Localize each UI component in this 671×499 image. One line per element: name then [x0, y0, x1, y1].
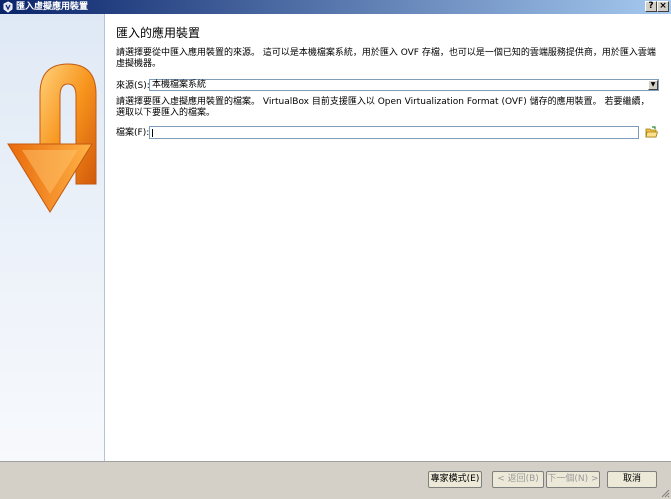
close-button[interactable]: × [657, 1, 669, 12]
expert-mode-button[interactable]: 專家模式(E) [428, 471, 482, 488]
intro-text: 請選擇要從中匯入應用裝置的來源。 這可以是本機檔案系統，用於匯入 OVF 存檔，… [116, 48, 656, 69]
window-title: 匯入虛擬應用裝置 [16, 2, 89, 12]
file-label: 檔案(F): [116, 128, 150, 138]
chevron-down-icon[interactable]: ▼ [648, 80, 658, 90]
wizard-banner [0, 14, 105, 461]
source-label: 來源(S): [116, 81, 150, 91]
back-button[interactable]: < 返回(B) [492, 471, 544, 488]
file-help-text: 請選擇要匯入虛擬應用裝置的檔案。 VirtualBox 目前支援匯入以 Open… [116, 97, 650, 118]
source-select-value: 本機檔案系統 [152, 80, 207, 90]
file-path-input[interactable] [149, 126, 639, 139]
folder-open-icon[interactable] [645, 126, 658, 139]
cancel-button[interactable]: 取消 [607, 471, 657, 488]
virtualbox-icon [3, 1, 13, 13]
page-title: 匯入的應用裝置 [116, 26, 201, 40]
import-arrow-icon [7, 63, 97, 213]
source-select[interactable]: 本機檔案系統 ▼ [149, 79, 659, 91]
next-button[interactable]: 下一個(N) > [546, 471, 600, 488]
help-button[interactable]: ? [645, 1, 657, 12]
text-caret [152, 129, 153, 137]
button-bar: 專家模式(E) < 返回(B) 下一個(N) > 取消 [0, 461, 671, 499]
resize-grip-icon[interactable] [660, 488, 670, 498]
title-bar: 匯入虛擬應用裝置 ? × [0, 0, 671, 14]
wizard-page: 匯入的應用裝置 請選擇要從中匯入應用裝置的來源。 這可以是本機檔案系統，用於匯入… [105, 14, 671, 461]
